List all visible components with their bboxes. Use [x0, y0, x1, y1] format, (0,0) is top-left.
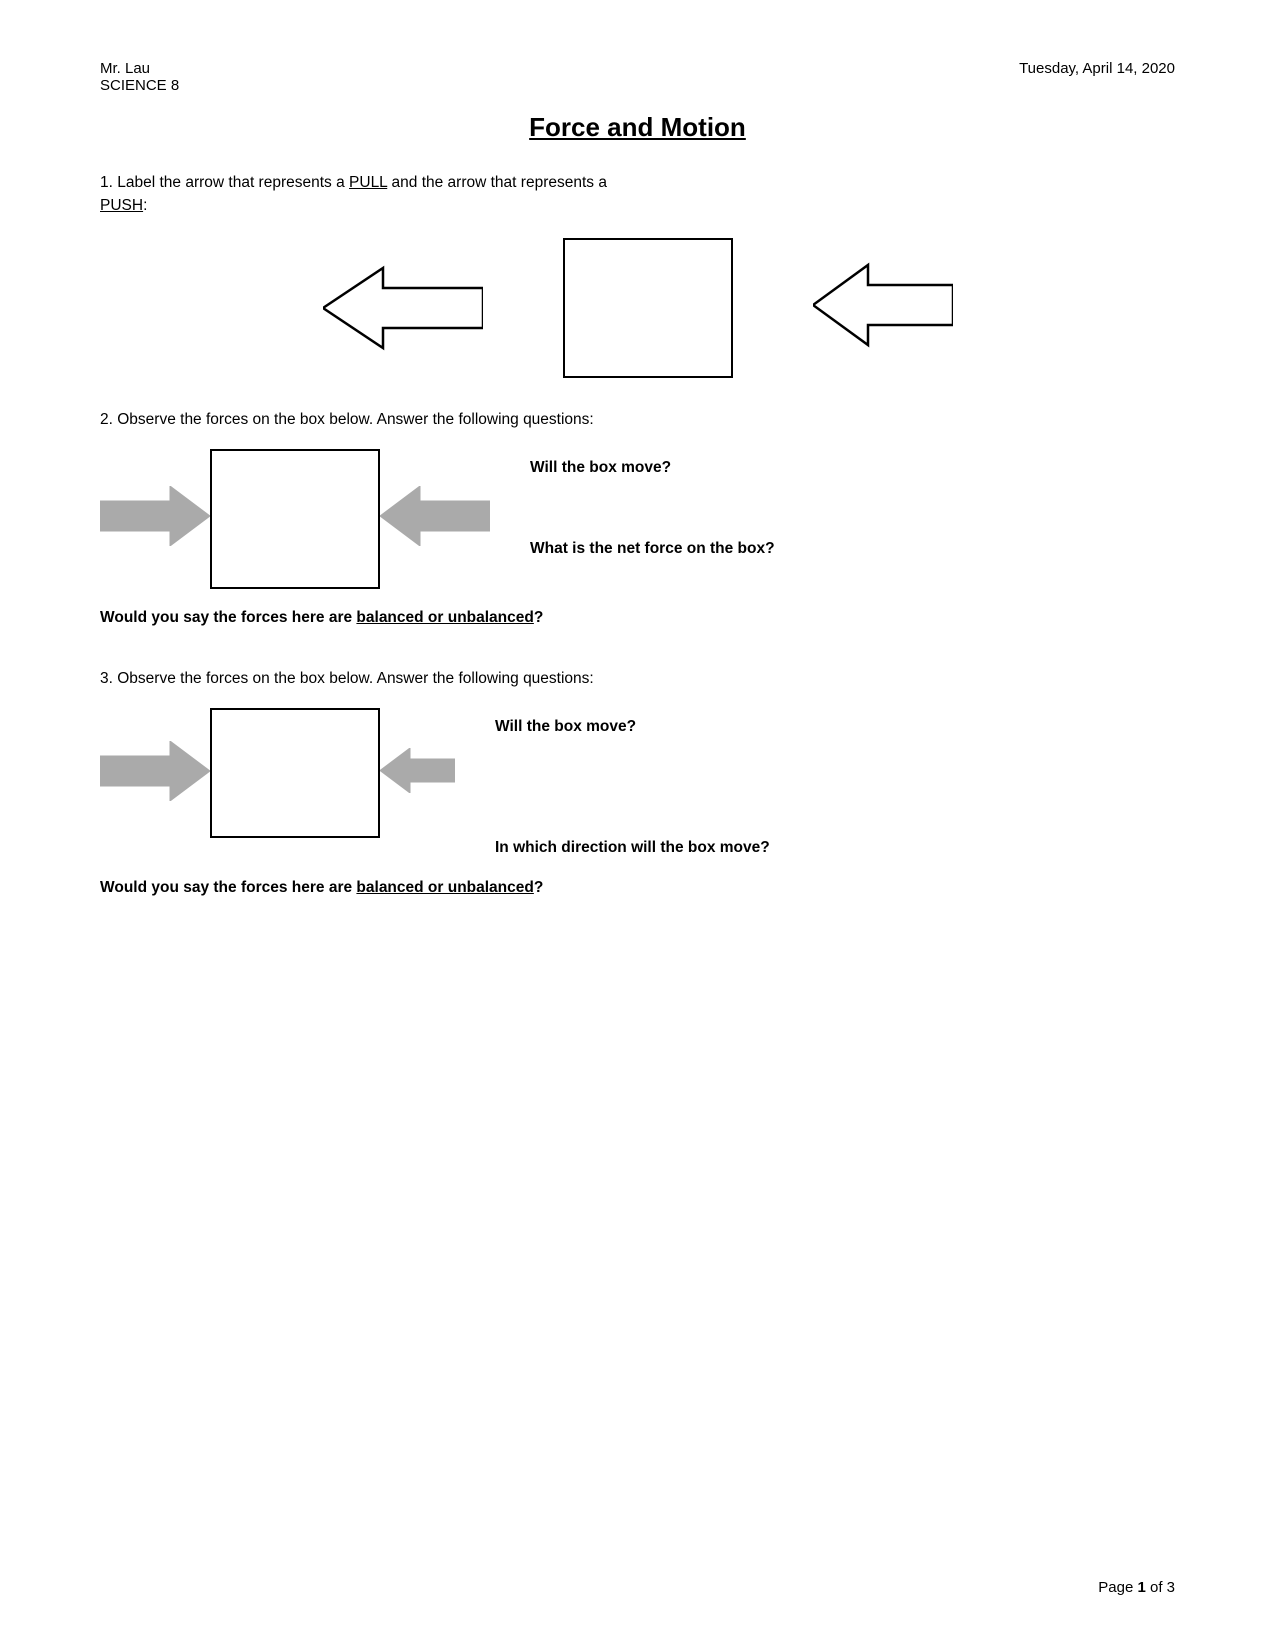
footer-page-num: 1 — [1137, 1579, 1145, 1596]
q1-right-arrow — [813, 260, 953, 355]
q1-text-part2: and the arrow that represents a — [387, 174, 607, 191]
footer-text: Page — [1098, 1579, 1137, 1596]
q2-right-arrow — [100, 486, 210, 551]
q2-balanced-question: Would you say the forces here are balanc… — [100, 609, 1175, 627]
q2-will-move-label: Will the box move? — [530, 459, 850, 477]
question-2-block: 2. Observe the forces on the box below. … — [100, 408, 1175, 627]
teacher-name: Mr. Lau — [100, 60, 179, 77]
title-section: Force and Motion — [100, 112, 1175, 143]
q3-balanced-question: Would you say the forces here are balanc… — [100, 879, 1175, 897]
question-1-block: 1. Label the arrow that represents a PUL… — [100, 171, 1175, 378]
q1-center-box — [563, 238, 733, 378]
page: Mr. Lau SCIENCE 8 Tuesday, April 14, 202… — [0, 0, 1275, 1651]
q3-diagram-row: Will the box move? In which direction wi… — [100, 708, 1175, 859]
q2-balanced-text: Would you say the forces here are — [100, 609, 356, 626]
q3-direction-label: In which direction will the box move? — [495, 836, 815, 859]
class-name: SCIENCE 8 — [100, 77, 179, 94]
header-left: Mr. Lau SCIENCE 8 — [100, 60, 179, 94]
q1-pull: PULL — [349, 174, 387, 191]
q1-number: 1. — [100, 174, 113, 191]
q3-will-move-label: Will the box move? — [495, 718, 815, 736]
page-title: Force and Motion — [100, 112, 1175, 143]
header-row: Mr. Lau SCIENCE 8 Tuesday, April 14, 202… — [100, 60, 1175, 94]
page-footer: Page 1 of 3 — [1098, 1579, 1175, 1596]
q2-balanced-underline: balanced or unbalanced — [356, 609, 533, 626]
q3-big-right-arrow — [100, 741, 210, 806]
q2-text: Observe the forces on the box below. Ans… — [117, 411, 593, 428]
q2-center-box — [210, 449, 380, 589]
question-3-text: 3. Observe the forces on the box below. … — [100, 667, 1175, 690]
footer-end: of 3 — [1146, 1579, 1175, 1596]
q3-balanced-end: ? — [534, 879, 543, 896]
question-2-text: 2. Observe the forces on the box below. … — [100, 408, 1175, 431]
q1-left-arrow — [323, 263, 483, 353]
q1-text-part1: Label the arrow that represents a — [117, 174, 349, 191]
question-1-text: 1. Label the arrow that represents a PUL… — [100, 171, 1175, 218]
q3-balanced-text: Would you say the forces here are — [100, 879, 356, 896]
q1-diagram — [100, 238, 1175, 378]
q3-balanced-underline: balanced or unbalanced — [356, 879, 533, 896]
q3-center-box — [210, 708, 380, 838]
q3-small-left-arrow — [380, 748, 455, 798]
q2-net-force-label: What is the net force on the box? — [530, 537, 850, 560]
q3-diagram-left — [100, 708, 455, 838]
q2-diagram-left — [100, 449, 490, 589]
q2-left-arrow — [380, 486, 490, 551]
q1-push: PUSH — [100, 197, 143, 214]
q2-balanced-end: ? — [534, 609, 543, 626]
q3-right-side: Will the box move? In which direction wi… — [495, 708, 815, 859]
question-3-block: 3. Observe the forces on the box below. … — [100, 667, 1175, 898]
q2-right-side: Will the box move? What is the net force… — [530, 449, 850, 560]
q3-number: 3. — [100, 670, 113, 687]
q2-diagram-row: Will the box move? What is the net force… — [100, 449, 1175, 589]
q2-number: 2. — [100, 411, 113, 428]
q3-text: Observe the forces on the box below. Ans… — [117, 670, 593, 687]
header-date: Tuesday, April 14, 2020 — [1019, 60, 1175, 94]
q1-end: : — [143, 197, 147, 214]
